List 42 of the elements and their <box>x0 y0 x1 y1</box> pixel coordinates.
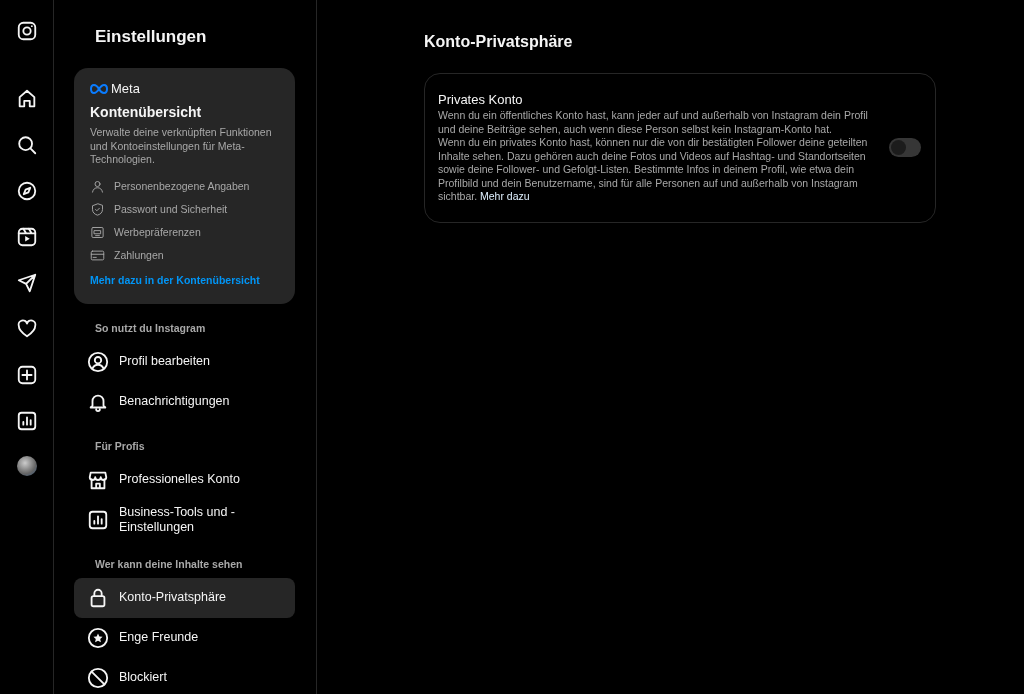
panel-icon <box>90 224 105 240</box>
account-option[interactable]: Passwort und Sicherheit <box>114 203 228 215</box>
instagram-icon[interactable] <box>15 20 38 42</box>
setting-title: Privates Konto <box>438 92 524 107</box>
page-title: Konto-Privatsphäre <box>424 33 574 51</box>
blocked-icon <box>87 666 109 689</box>
card-title: Kontenübersicht <box>90 104 203 120</box>
infinity-logo-icon <box>90 83 108 94</box>
account-option[interactable]: Personenbezogene Angaben <box>114 180 250 192</box>
section-heading: So nutzt du Instagram <box>94 320 207 336</box>
profile-icon <box>87 350 109 373</box>
brand-name: Meta <box>111 81 140 96</box>
avatar[interactable] <box>16 456 37 476</box>
plus-icon[interactable] <box>15 364 38 386</box>
settings-nav-item[interactable]: Benachrichtigungen <box>74 381 295 422</box>
accounts-center-link[interactable]: Mehr dazu in der Kontenübersicht <box>90 273 260 286</box>
settings-nav-item[interactable]: Blockiert <box>74 657 295 694</box>
account-option[interactable]: Werbepräferenzen <box>114 226 201 238</box>
heart-icon[interactable] <box>15 318 38 340</box>
compass-icon[interactable] <box>15 180 38 202</box>
settings-nav-item[interactable]: Business-Tools und -Einstellungen <box>74 499 295 540</box>
settings-nav-item[interactable]: Enge Freunde <box>74 617 295 658</box>
settings-title: Einstellungen <box>95 27 208 47</box>
send-icon[interactable] <box>15 272 38 294</box>
chart-icon <box>87 508 109 531</box>
account-option[interactable]: Zahlungen <box>114 249 164 261</box>
chart-icon[interactable] <box>15 410 38 432</box>
search-icon[interactable] <box>15 134 38 156</box>
settings-nav-item[interactable]: Professionelles Konto <box>74 459 295 500</box>
video-icon[interactable] <box>15 226 38 248</box>
shield-icon <box>90 201 105 217</box>
section-heading: Wer kann deine Inhalte sehen <box>94 556 244 572</box>
card-description: Verwalte deine verknüpften Funktionen und Kontoeinstellungen für Meta-Technologien. <box>90 126 273 167</box>
toggle-switch[interactable] <box>889 138 921 158</box>
card-icon <box>90 247 105 263</box>
setting-description: Wenn du ein öffentliches Konto hast, kann jeder auf und außerhalb von Instagram dein Profil und deine Beiträge sehen, auch wenn diese Person selbst kein Instagram-Konto hat. <box>438 109 869 136</box>
section-heading: Für Profis <box>94 438 146 454</box>
settings-nav-item[interactable]: Konto-Privatsphäre <box>74 577 295 618</box>
settings-nav-item[interactable]: Profil bearbeiten <box>74 341 295 382</box>
setting-description: Wenn du ein privates Konto hast, können nur die von dir bestätigten Follower deine geteilten Inhalte sehen. Dazu gehören auch deine Fotos und Videos auf Hashtag- und Standortseiten sowie deine Follower- und Gefolgt-Listen. Bestimmte Infos in deinem Profil, wie etwa dein Profilbild und dein Benutzername, sind für alle Personen auf und außerhalb von Instagram sichtbar. Mehr dazu <box>438 136 869 204</box>
learn-more-link[interactable]: Mehr dazu <box>480 190 530 202</box>
person-icon <box>90 178 105 194</box>
